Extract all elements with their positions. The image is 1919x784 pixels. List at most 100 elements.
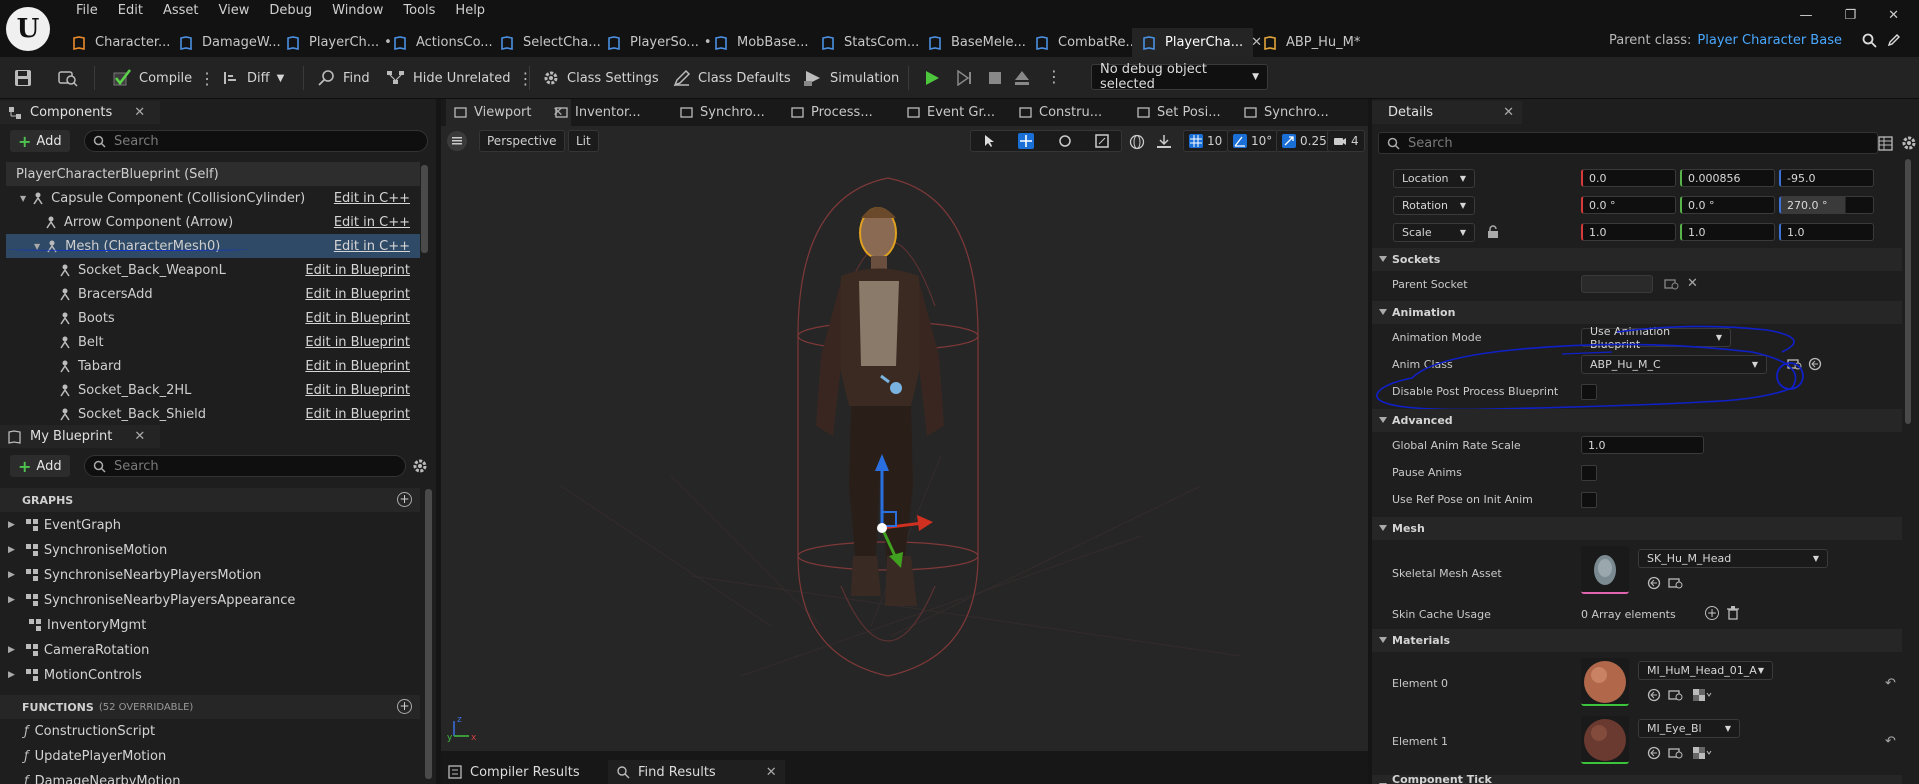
element-1-thumbnail[interactable] bbox=[1581, 716, 1629, 764]
viewport[interactable]: Perspective Lit 10 10° 0.25 4 x y z bbox=[441, 126, 1368, 751]
rotate-icon[interactable] bbox=[1058, 134, 1072, 148]
element-0-thumbnail[interactable] bbox=[1581, 658, 1629, 706]
component-row[interactable]: ▼ Mesh (CharacterMesh0) Edit in C++ bbox=[6, 234, 420, 258]
clear-socket-icon[interactable]: ✕ bbox=[1687, 276, 1698, 291]
asset-tab[interactable]: ActionsCo... bbox=[383, 28, 493, 57]
edit-link[interactable]: Edit in Blueprint bbox=[305, 407, 410, 422]
menu-help[interactable]: Help bbox=[445, 3, 495, 21]
debug-object-dropdown[interactable]: No debug object selected ▼ bbox=[1091, 62, 1268, 92]
play-options-icon[interactable]: ⋮ bbox=[1046, 67, 1062, 86]
class-settings-button[interactable]: Class Settings bbox=[542, 65, 659, 91]
graph-item[interactable]: ▶ EventGraph bbox=[8, 515, 121, 535]
hide-unrelated-button[interactable]: Hide Unrelated ⋮ bbox=[386, 65, 534, 91]
skeletal-mesh-thumbnail[interactable] bbox=[1581, 546, 1629, 594]
scale-snap-button[interactable]: 0.25 bbox=[1276, 130, 1333, 152]
scale-z-field[interactable]: 1.0 bbox=[1779, 223, 1874, 241]
edit-link[interactable]: Edit in Blueprint bbox=[305, 359, 410, 374]
expand-arrow-icon[interactable]: ▶ bbox=[8, 545, 15, 555]
rotation-snap-button[interactable]: 10° bbox=[1227, 130, 1279, 152]
animation-section[interactable]: Animation bbox=[1372, 301, 1902, 324]
component-row[interactable]: Arrow Component (Arrow) Edit in C++ bbox=[6, 210, 420, 234]
add-component-button[interactable]: + Add bbox=[10, 130, 70, 152]
menu-tools[interactable]: Tools bbox=[393, 3, 445, 21]
menu-debug[interactable]: Debug bbox=[259, 3, 322, 21]
unreal-logo-icon[interactable]: U bbox=[6, 7, 50, 51]
my-blueprint-tab[interactable]: My Blueprint ✕ bbox=[0, 425, 160, 448]
function-item[interactable]: ƒ DamageNearbyMotion bbox=[24, 771, 181, 784]
close-tab-icon[interactable]: ✕ bbox=[1503, 105, 1514, 120]
component-row[interactable]: ▼ Capsule Component (CollisionCylinder) Ed… bbox=[6, 186, 420, 210]
component-tick-section[interactable]: Component Tick bbox=[1372, 775, 1902, 784]
asset-tab[interactable]: SelectCha... bbox=[490, 28, 601, 57]
parent-socket-field[interactable] bbox=[1581, 275, 1653, 293]
element-0-dropdown[interactable]: MI_HuM_Head_01_A ▼ bbox=[1638, 661, 1773, 680]
compiler-results-tab[interactable]: Compiler Results bbox=[448, 760, 580, 784]
surface-snap-icon[interactable] bbox=[1156, 134, 1172, 150]
asset-tab[interactable]: PlayerSo... • bbox=[597, 28, 712, 57]
graph-tab[interactable]: Synchro... bbox=[680, 99, 765, 126]
menu-view[interactable]: View bbox=[209, 3, 260, 21]
reset-to-default-icon[interactable]: ↶ bbox=[1885, 676, 1896, 691]
graph-item[interactable]: ▶ SynchroniseMotion bbox=[8, 540, 167, 560]
component-row[interactable]: Socket_Back_2HL Edit in Blueprint bbox=[6, 378, 420, 402]
asset-tab[interactable]: PlayerCha... ✕ bbox=[1132, 28, 1262, 57]
component-row[interactable]: Belt Edit in Blueprint bbox=[6, 330, 420, 354]
asset-tab[interactable]: StatsCom... bbox=[811, 28, 919, 57]
reset-to-default-icon[interactable]: ↶ bbox=[1885, 734, 1896, 749]
find-button[interactable]: Find bbox=[318, 65, 370, 91]
graph-tab[interactable]: Set Posi... bbox=[1137, 99, 1221, 126]
rotation-y-field[interactable]: 0.0 ° bbox=[1680, 196, 1775, 214]
add-element-icon[interactable]: + bbox=[1705, 606, 1719, 620]
asset-tab[interactable]: Character... bbox=[62, 28, 170, 57]
expand-arrow-icon[interactable]: ▶ bbox=[8, 645, 15, 655]
function-item[interactable]: ƒ ConstructionScript bbox=[24, 721, 155, 741]
lock-icon[interactable] bbox=[1487, 225, 1499, 239]
ref-pose-checkbox[interactable] bbox=[1581, 492, 1597, 508]
skeletal-mesh-dropdown[interactable]: SK_Hu_M_Head ▼ bbox=[1638, 549, 1828, 568]
graph-tab[interactable]: Viewport ✕ bbox=[446, 99, 572, 126]
graph-item[interactable]: ▶ CameraRotation bbox=[8, 640, 149, 660]
select-arrow-icon[interactable] bbox=[983, 134, 995, 148]
grid-snap-button[interactable]: 10 bbox=[1183, 130, 1229, 152]
menu-edit[interactable]: Edit bbox=[108, 3, 153, 21]
menu-window[interactable]: Window bbox=[322, 3, 393, 21]
scale-dropdown[interactable]: Scale ▼ bbox=[1393, 223, 1475, 242]
asset-tab[interactable]: DamageW... bbox=[169, 28, 281, 57]
expand-arrow-icon[interactable]: ▼ bbox=[20, 194, 26, 203]
animation-mode-dropdown[interactable]: Use Animation Blueprint ▼ bbox=[1581, 325, 1731, 351]
sockets-section[interactable]: Sockets bbox=[1372, 248, 1902, 271]
expand-arrow-icon[interactable]: ▶ bbox=[8, 670, 15, 680]
find-results-tab[interactable]: Find Results ✕ bbox=[608, 760, 785, 784]
expand-arrow-icon[interactable]: ▶ bbox=[8, 520, 15, 530]
my-blueprint-scrollbar[interactable] bbox=[425, 489, 432, 779]
play-icon[interactable] bbox=[924, 70, 940, 86]
menu-file[interactable]: File bbox=[66, 3, 108, 21]
location-dropdown[interactable]: Location ▼ bbox=[1393, 169, 1475, 188]
asset-tab[interactable]: ABP_Hu_M* bbox=[1253, 28, 1360, 57]
component-row[interactable]: Boots Edit in Blueprint bbox=[6, 306, 420, 330]
graph-tab[interactable]: Event Gr... bbox=[907, 99, 995, 126]
world-local-icon[interactable] bbox=[1129, 134, 1145, 150]
parent-class-link[interactable]: Player Character Base bbox=[1697, 33, 1842, 48]
use-selected-icon[interactable] bbox=[1647, 746, 1661, 760]
edit-link[interactable]: Edit in Blueprint bbox=[305, 335, 410, 350]
expand-arrow-icon[interactable]: ▶ bbox=[8, 595, 15, 605]
graph-tab[interactable]: Constru... bbox=[1019, 99, 1102, 126]
asset-tab[interactable]: MobBase... bbox=[704, 28, 811, 57]
menu-asset[interactable]: Asset bbox=[153, 3, 209, 21]
graph-item[interactable]: InventoryMgmt bbox=[8, 615, 146, 635]
close-tab-icon[interactable]: ✕ bbox=[134, 105, 145, 120]
rotation-dropdown[interactable]: Rotation ▼ bbox=[1393, 196, 1475, 215]
element-1-dropdown[interactable]: MI_Eye_Bl ▼ bbox=[1638, 719, 1740, 738]
texture-icon[interactable] bbox=[1692, 746, 1712, 760]
my-blueprint-search-input[interactable]: Search bbox=[84, 455, 406, 477]
close-tab-icon[interactable]: ✕ bbox=[134, 429, 145, 444]
use-selected-icon[interactable] bbox=[1647, 576, 1661, 590]
close-tab-icon[interactable]: ✕ bbox=[766, 765, 777, 780]
gear-icon[interactable] bbox=[1901, 135, 1917, 151]
location-z-field[interactable]: -95.0 bbox=[1779, 169, 1874, 187]
pencil-icon[interactable] bbox=[1887, 33, 1901, 47]
components-scrollbar[interactable] bbox=[421, 165, 428, 253]
component-row[interactable]: PlayerCharacterBlueprint (Self) bbox=[6, 162, 420, 186]
perspective-button[interactable]: Perspective bbox=[479, 130, 565, 152]
